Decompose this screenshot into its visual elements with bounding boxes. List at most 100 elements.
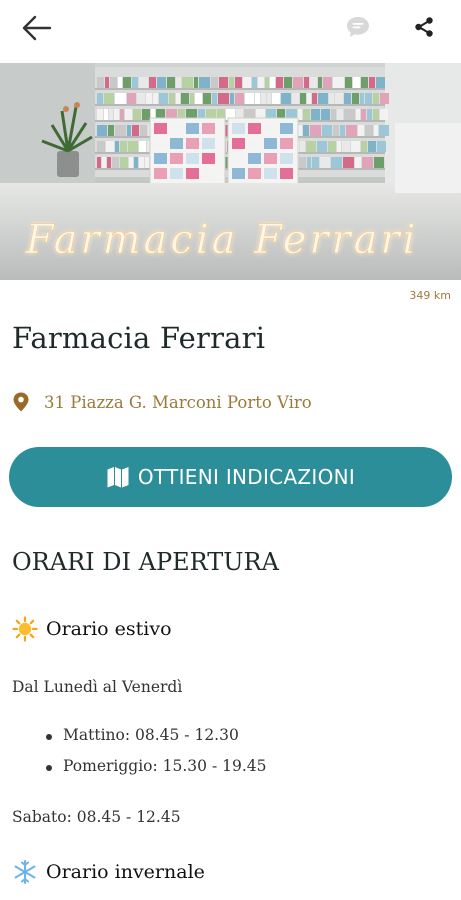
display-product bbox=[248, 168, 261, 179]
shelf-product bbox=[245, 93, 254, 104]
shelf-product bbox=[353, 77, 360, 88]
shelf-product bbox=[362, 157, 373, 168]
morning-hours: Mattino: 08.45 - 12.30 bbox=[46, 726, 267, 757]
shelf-product bbox=[344, 109, 355, 120]
shelf-product bbox=[115, 141, 119, 152]
display-product bbox=[202, 168, 215, 179]
shelf-product bbox=[133, 109, 141, 120]
shelf-product bbox=[102, 157, 106, 168]
shelf-product bbox=[307, 157, 311, 168]
shelf-product bbox=[176, 93, 180, 104]
shelf-product bbox=[104, 109, 108, 120]
shelf-product bbox=[125, 109, 132, 120]
shelf-product bbox=[252, 77, 257, 88]
shelf-product bbox=[139, 157, 144, 168]
shelf-product bbox=[267, 93, 271, 104]
shelf-product bbox=[379, 125, 389, 136]
shelf-product bbox=[272, 93, 280, 104]
shelf-product bbox=[181, 93, 189, 104]
shelf-product bbox=[304, 77, 309, 88]
shelf-product bbox=[211, 77, 218, 88]
shelf-product bbox=[310, 77, 317, 88]
display-product bbox=[202, 138, 215, 149]
shelf-product bbox=[376, 77, 385, 88]
share-button[interactable] bbox=[411, 14, 437, 40]
display-product bbox=[170, 153, 183, 164]
snowflake-icon bbox=[14, 860, 36, 884]
address-row[interactable]: 31 Piazza G. Marconi Porto Viro bbox=[12, 390, 312, 414]
display-product bbox=[280, 138, 293, 149]
display-product bbox=[264, 168, 277, 179]
display-product bbox=[202, 123, 215, 134]
shelf-product bbox=[127, 93, 136, 104]
shelf-product bbox=[97, 109, 103, 120]
display-product bbox=[280, 153, 293, 164]
shelf-product bbox=[110, 77, 117, 88]
location-pin-icon bbox=[13, 392, 29, 412]
shelf-product bbox=[137, 93, 145, 104]
pharmacy-photo: Farmacia Ferrari bbox=[0, 63, 461, 280]
display-product bbox=[264, 153, 277, 164]
chat-bubble-icon bbox=[347, 17, 369, 37]
summer-hours-list: Mattino: 08.45 - 12.30 Pomeriggio: 15.30… bbox=[46, 726, 267, 788]
address-text: 31 Piazza G. Marconi Porto Viro bbox=[44, 392, 312, 412]
shelf-product bbox=[337, 141, 341, 152]
chat-button[interactable] bbox=[345, 14, 371, 40]
shelf-product bbox=[120, 141, 127, 152]
shelf-product bbox=[310, 125, 321, 136]
shelf-product bbox=[300, 93, 306, 104]
display-product bbox=[170, 138, 183, 149]
shelf-product bbox=[128, 141, 138, 152]
shelf-product bbox=[303, 125, 309, 136]
shelf-product bbox=[351, 141, 360, 152]
shelf-product bbox=[149, 77, 156, 88]
shelf-product bbox=[361, 77, 368, 88]
shelf-product bbox=[281, 93, 291, 104]
shelf-product bbox=[343, 157, 354, 168]
get-directions-button[interactable]: OTTIENI INDICAZIONI bbox=[9, 447, 452, 507]
shelf-product bbox=[107, 157, 111, 168]
shelf-product bbox=[120, 157, 128, 168]
shelf-product bbox=[299, 157, 306, 168]
shelf-product bbox=[368, 141, 376, 152]
shelf-product bbox=[377, 141, 386, 152]
shelf-product bbox=[219, 77, 228, 88]
map-icon bbox=[107, 467, 129, 488]
shelf-product bbox=[329, 93, 334, 104]
display-product bbox=[186, 168, 199, 179]
back-button[interactable] bbox=[20, 12, 54, 44]
shelf-product bbox=[265, 77, 269, 88]
display-product bbox=[248, 123, 261, 134]
shelf-product bbox=[212, 93, 217, 104]
shelf-product bbox=[317, 141, 327, 152]
top-app-bar bbox=[0, 0, 461, 56]
shelf-product bbox=[142, 109, 150, 120]
get-directions-label: OTTIENI INDICAZIONI bbox=[137, 465, 356, 489]
shelf-product bbox=[367, 109, 372, 120]
shelf-product bbox=[243, 77, 251, 88]
shelf-product bbox=[300, 141, 305, 152]
shelf-product bbox=[345, 77, 352, 88]
shelf-product bbox=[365, 125, 373, 136]
shelf-product bbox=[340, 125, 345, 136]
shelf-product bbox=[97, 93, 103, 104]
shelf-product bbox=[342, 141, 350, 152]
shelf-product bbox=[373, 93, 379, 104]
shelf-product bbox=[355, 157, 361, 168]
shelf-product bbox=[134, 157, 138, 168]
pharmacy-name: Farmacia Ferrari bbox=[12, 321, 266, 355]
arrow-back-icon bbox=[22, 15, 52, 41]
shelf-product bbox=[255, 93, 260, 104]
shelf-product bbox=[167, 77, 175, 88]
shelf-product bbox=[230, 93, 234, 104]
shelf-product bbox=[195, 93, 202, 104]
shelf-product bbox=[333, 125, 339, 136]
shelf-product bbox=[318, 93, 328, 104]
display-product bbox=[264, 138, 277, 149]
shelf-product bbox=[182, 77, 193, 88]
shelf-product bbox=[380, 93, 389, 104]
distance-label: 349 km bbox=[409, 289, 451, 302]
shelf-board bbox=[95, 88, 385, 90]
shelf-product bbox=[108, 125, 114, 136]
shelf-product bbox=[120, 109, 124, 120]
